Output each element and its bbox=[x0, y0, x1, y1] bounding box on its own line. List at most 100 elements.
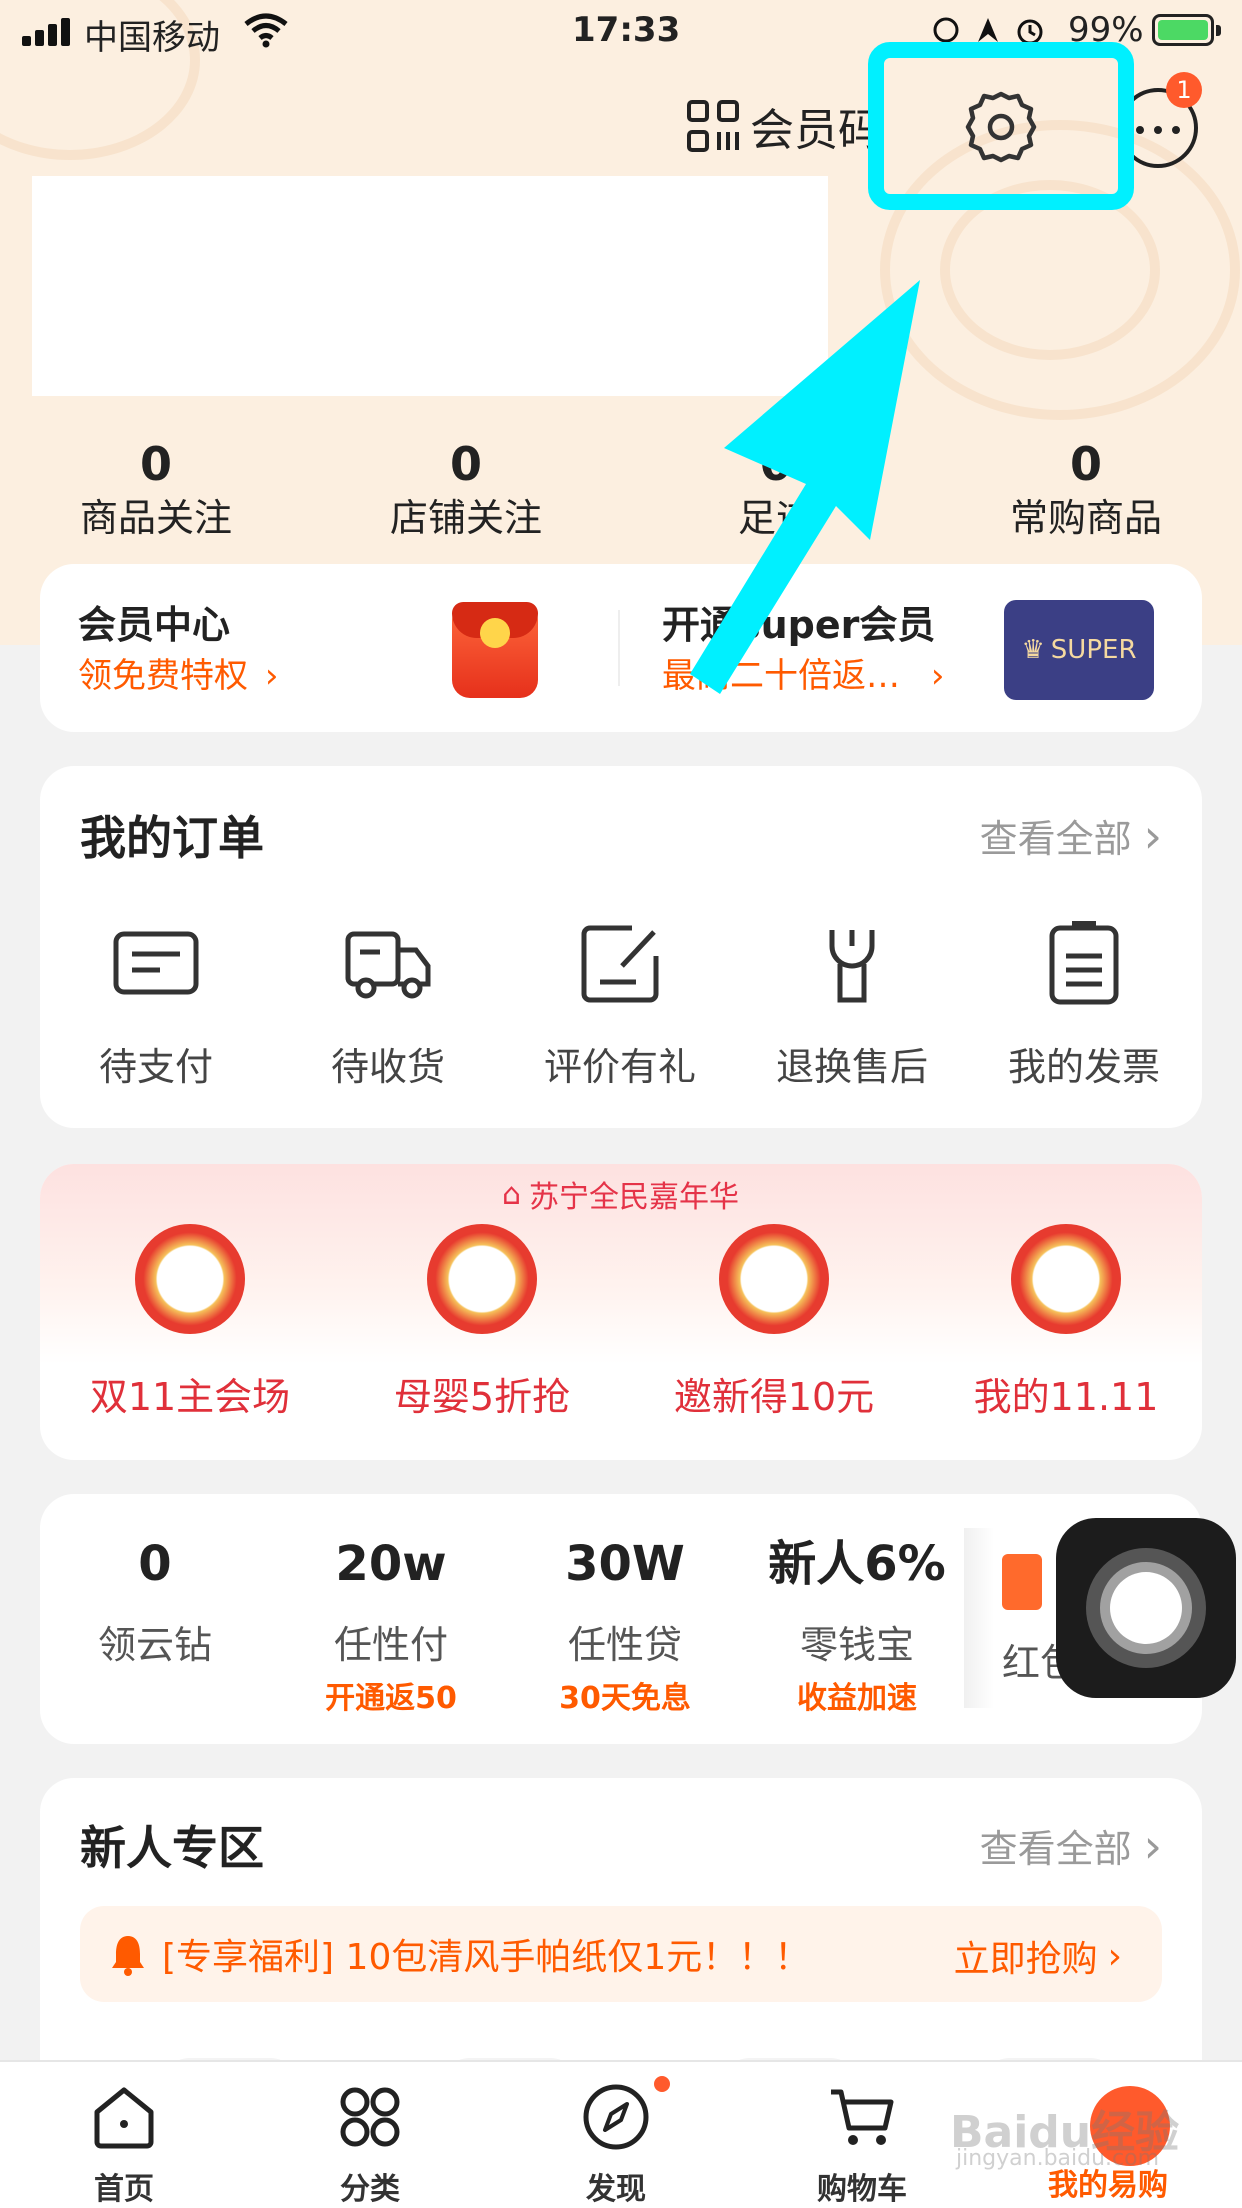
promo-label: 双11主会场 bbox=[89, 1375, 291, 1419]
promo-invite-reward[interactable]: 邀新得10元 bbox=[644, 1224, 904, 1421]
finance-tag: 开通返50 bbox=[325, 1681, 457, 1716]
arrow-annotation-icon bbox=[690, 280, 920, 694]
dot-icon bbox=[1136, 126, 1144, 134]
finance-tag: 30天免息 bbox=[559, 1681, 691, 1716]
message-badge: 1 bbox=[1166, 72, 1202, 108]
finance-renxingdai[interactable]: 30W 任性贷 30天免息 bbox=[510, 1534, 740, 1717]
scroll-shadow bbox=[964, 1528, 994, 1708]
promo-double11-venue[interactable]: 双11主会场 bbox=[60, 1224, 320, 1421]
chevron-right-icon: › bbox=[1143, 808, 1162, 863]
tab-discover[interactable]: 发现 bbox=[536, 2082, 696, 2208]
promo-banner-label: 苏宁全民嘉年华 bbox=[529, 1180, 740, 1215]
notice-text: [专享福利] 10包清风手帕纸仅1元！！！ bbox=[162, 1937, 811, 1978]
wifi-icon bbox=[244, 13, 288, 48]
tab-category[interactable]: 分类 bbox=[290, 2082, 450, 2208]
stat-label: 常购商品 bbox=[1009, 496, 1162, 540]
promo-baby-sale[interactable]: 母婴5折抢 bbox=[352, 1224, 612, 1421]
finance-label: 领云钻 bbox=[97, 1623, 212, 1667]
finance-value: 20w bbox=[335, 1536, 447, 1592]
red-packet-icon[interactable] bbox=[1002, 1554, 1042, 1610]
promo-banner: ⌂ 苏宁全民嘉年华 bbox=[502, 1172, 739, 1216]
stat-value: 0 bbox=[449, 437, 482, 491]
divider bbox=[618, 610, 620, 686]
review-icon bbox=[581, 925, 659, 1003]
home-icon bbox=[94, 2087, 154, 2149]
newbie-title: 新人专区 bbox=[80, 1821, 264, 1875]
order-review[interactable]: 评价有礼 bbox=[520, 916, 720, 1091]
orders-card: 我的订单 查看全部 › 待支付 待收货 评价有礼 退换售后 我的发票 bbox=[40, 766, 1202, 1128]
wrench-icon bbox=[829, 930, 875, 1003]
stat-product-follow[interactable]: 0 商品关注 bbox=[36, 436, 276, 544]
promo-card: ⌂ 苏宁全民嘉年华 双11主会场 母婴5折抢 邀新得10元 我的11.11 bbox=[40, 1164, 1202, 1460]
super-badge-label: SUPER bbox=[1050, 635, 1137, 665]
finance-lingqianbao[interactable]: 新人6% 零钱宝 收益加速 bbox=[742, 1534, 972, 1717]
category-icon bbox=[340, 2087, 400, 2147]
promo-label: 母婴5折抢 bbox=[393, 1375, 571, 1419]
newbie-view-all-link[interactable]: 查看全部 › bbox=[980, 1818, 1162, 1873]
promo-my-1111[interactable]: 我的11.11 bbox=[936, 1224, 1196, 1421]
member-center-title: 会员中心 bbox=[78, 603, 231, 647]
watermark-url: jingyan.baidu.com bbox=[956, 2146, 1160, 2171]
red-envelope-icon bbox=[452, 602, 538, 698]
chevron-right-icon: › bbox=[1107, 1935, 1122, 1977]
promo-label: 我的11.11 bbox=[973, 1375, 1159, 1419]
finance-label: 任性付 bbox=[333, 1623, 448, 1667]
member-center-sub: 领免费特权 bbox=[78, 656, 248, 696]
qr-code-icon bbox=[687, 100, 739, 152]
order-pending-payment[interactable]: 待支付 bbox=[56, 916, 256, 1091]
tab-label: 购物车 bbox=[817, 2172, 907, 2207]
finance-renxingfu[interactable]: 20w 任性付 开通返50 bbox=[276, 1534, 506, 1717]
member-code-label: 会员码 bbox=[750, 105, 882, 156]
finance-tag: 收益加速 bbox=[797, 1681, 917, 1716]
tab-label: 分类 bbox=[340, 2172, 400, 2207]
finance-cloud-diamond[interactable]: 0 领云钻 bbox=[40, 1534, 270, 1669]
order-after-sales[interactable]: 退换售后 bbox=[752, 916, 952, 1091]
dot-icon bbox=[1172, 126, 1180, 134]
finance-value: 新人6% bbox=[768, 1536, 946, 1592]
mascot-icon bbox=[1011, 1224, 1121, 1334]
assistive-touch-button[interactable] bbox=[1056, 1518, 1236, 1698]
tab-home[interactable]: 首页 bbox=[44, 2082, 204, 2208]
order-label: 待收货 bbox=[330, 1045, 445, 1089]
finance-label: 任性贷 bbox=[567, 1623, 682, 1667]
stat-label: 商品关注 bbox=[79, 496, 232, 540]
order-label: 待支付 bbox=[98, 1045, 213, 1089]
welfare-notice[interactable]: [专享福利] 10包清风手帕纸仅1元！！！ 立即抢购 › bbox=[80, 1906, 1162, 2002]
finance-label: 零钱宝 bbox=[799, 1623, 914, 1667]
order-invoice[interactable]: 我的发票 bbox=[984, 916, 1184, 1091]
buy-now-link[interactable]: 立即抢购 › bbox=[954, 1930, 1122, 1982]
clock: 17:33 bbox=[572, 10, 681, 50]
stat-store-follow[interactable]: 0 店铺关注 bbox=[346, 436, 586, 544]
chevron-right-icon: › bbox=[1143, 1818, 1162, 1873]
stats-row: 0 商品关注 0 店铺关注 0 足迹 0 常购商品 bbox=[0, 436, 1242, 546]
orders-view-all-link[interactable]: 查看全部 › bbox=[980, 808, 1162, 863]
bell-icon bbox=[112, 1936, 144, 1976]
red-envelope-icon bbox=[719, 1224, 829, 1334]
promo-label: 邀新得10元 bbox=[673, 1375, 875, 1419]
orders-title: 我的订单 bbox=[80, 811, 264, 865]
appliance-icon bbox=[135, 1224, 245, 1334]
view-all-label: 查看全部 bbox=[979, 817, 1132, 861]
super-badge[interactable]: ♛ SUPER bbox=[1004, 600, 1154, 700]
crown-icon: ♛ bbox=[1021, 635, 1045, 665]
suning-logo-icon: ⌂ bbox=[502, 1176, 522, 1212]
finance-value: 0 bbox=[138, 1536, 172, 1592]
dot-icon bbox=[1154, 126, 1162, 134]
view-all-label: 查看全部 bbox=[979, 1827, 1132, 1871]
order-label: 我的发票 bbox=[1007, 1045, 1160, 1089]
order-pending-receipt[interactable]: 待收货 bbox=[288, 916, 488, 1091]
tab-label: 发现 bbox=[586, 2172, 646, 2207]
order-label: 评价有礼 bbox=[543, 1045, 696, 1089]
member-code-button[interactable]: 会员码 bbox=[686, 94, 882, 158]
cta-label: 立即抢购 bbox=[953, 1939, 1098, 1980]
cart-icon bbox=[831, 2089, 894, 2145]
discover-badge bbox=[654, 2076, 670, 2092]
order-label: 退换售后 bbox=[775, 1045, 928, 1089]
member-center-link[interactable]: 领免费特权 › bbox=[78, 648, 278, 697]
finance-card: 0 领云钻 20w 任性付 开通返50 30W 任性贷 30天免息 新人6% 零… bbox=[40, 1494, 1202, 1744]
member-card: 会员中心 领免费特权 › 开通super会员 最高二十倍返… › ♛ SUPER bbox=[40, 564, 1202, 732]
tab-cart[interactable]: 购物车 bbox=[782, 2082, 942, 2208]
tab-label: 首页 bbox=[94, 2172, 154, 2207]
stat-frequent-items[interactable]: 0 常购商品 bbox=[966, 436, 1206, 544]
signal-icon bbox=[22, 18, 74, 46]
